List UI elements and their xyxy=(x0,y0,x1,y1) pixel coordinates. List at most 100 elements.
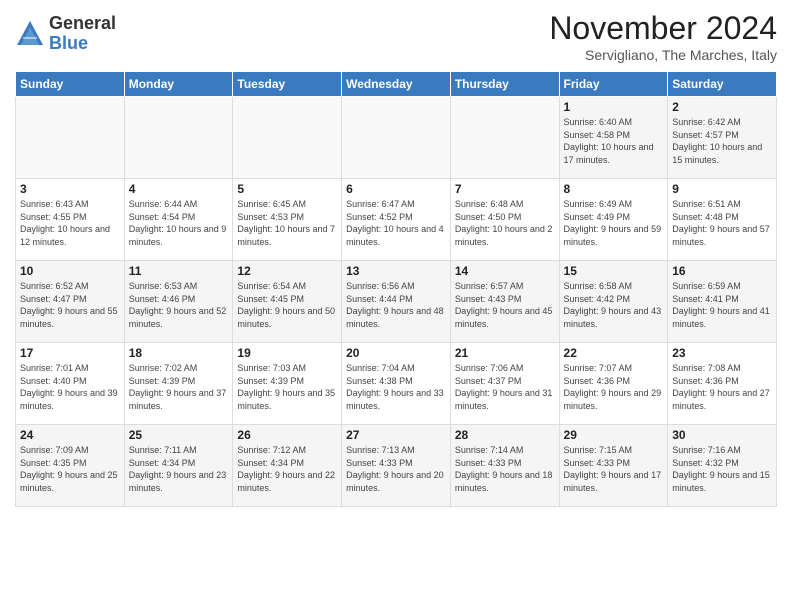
table-cell: 4 Sunrise: 6:44 AM Sunset: 4:54 PM Daylig… xyxy=(124,179,233,261)
day-info: Sunrise: 6:54 AM Sunset: 4:45 PM Dayligh… xyxy=(237,280,337,330)
day-number: 3 xyxy=(20,182,120,196)
logo-general: General xyxy=(49,14,116,34)
table-cell: 16Sunrise: 6:59 AM Sunset: 4:41 PM Dayli… xyxy=(668,261,777,343)
logo: General Blue xyxy=(15,14,116,54)
table-cell: 7 Sunrise: 6:48 AM Sunset: 4:50 PM Daylig… xyxy=(450,179,559,261)
day-number: 28 xyxy=(455,428,555,442)
day-number: 22 xyxy=(564,346,664,360)
day-info: Sunrise: 6:57 AM Sunset: 4:43 PM Dayligh… xyxy=(455,280,555,330)
day-info: Sunrise: 7:08 AM Sunset: 4:36 PM Dayligh… xyxy=(672,362,772,412)
day-number: 26 xyxy=(237,428,337,442)
day-info: Sunrise: 6:40 AM Sunset: 4:58 PM Dayligh… xyxy=(564,116,664,166)
day-info: Sunrise: 7:15 AM Sunset: 4:33 PM Dayligh… xyxy=(564,444,664,494)
day-number: 2 xyxy=(672,100,772,114)
day-number: 4 xyxy=(129,182,229,196)
day-info: Sunrise: 6:48 AM Sunset: 4:50 PM Dayligh… xyxy=(455,198,555,248)
calendar-table: Sunday Monday Tuesday Wednesday Thursday… xyxy=(15,71,777,507)
table-cell: 17Sunrise: 7:01 AM Sunset: 4:40 PM Dayli… xyxy=(16,343,125,425)
day-info: Sunrise: 7:13 AM Sunset: 4:33 PM Dayligh… xyxy=(346,444,446,494)
table-cell xyxy=(233,97,342,179)
table-cell: 24 Sunrise: 7:09 AM Sunset: 4:35 PM Dayli… xyxy=(16,425,125,507)
table-cell xyxy=(342,97,451,179)
day-number: 10 xyxy=(20,264,120,278)
table-cell: 8Sunrise: 6:49 AM Sunset: 4:49 PM Daylig… xyxy=(559,179,668,261)
day-info: Sunrise: 6:59 AM Sunset: 4:41 PM Dayligh… xyxy=(672,280,772,330)
col-sunday: Sunday xyxy=(16,72,125,97)
table-cell: 13 Sunrise: 6:56 AM Sunset: 4:44 PM Dayli… xyxy=(342,261,451,343)
table-cell: 28 Sunrise: 7:14 AM Sunset: 4:33 PM Dayli… xyxy=(450,425,559,507)
day-info: Sunrise: 7:02 AM Sunset: 4:39 PM Dayligh… xyxy=(129,362,229,412)
col-monday: Monday xyxy=(124,72,233,97)
day-info: Sunrise: 6:58 AM Sunset: 4:42 PM Dayligh… xyxy=(564,280,664,330)
logo-blue: Blue xyxy=(49,34,116,54)
day-number: 19 xyxy=(237,346,337,360)
table-cell: 25 Sunrise: 7:11 AM Sunset: 4:34 PM Dayli… xyxy=(124,425,233,507)
day-info: Sunrise: 6:47 AM Sunset: 4:52 PM Dayligh… xyxy=(346,198,446,248)
table-cell: 18Sunrise: 7:02 AM Sunset: 4:39 PM Dayli… xyxy=(124,343,233,425)
table-cell: 23 Sunrise: 7:08 AM Sunset: 4:36 PM Dayli… xyxy=(668,343,777,425)
col-wednesday: Wednesday xyxy=(342,72,451,97)
table-cell xyxy=(450,97,559,179)
table-cell: 3Sunrise: 6:43 AM Sunset: 4:55 PM Daylig… xyxy=(16,179,125,261)
day-number: 25 xyxy=(129,428,229,442)
day-number: 15 xyxy=(564,264,664,278)
day-number: 14 xyxy=(455,264,555,278)
table-cell: 10 Sunrise: 6:52 AM Sunset: 4:47 PM Dayli… xyxy=(16,261,125,343)
day-info: Sunrise: 6:49 AM Sunset: 4:49 PM Dayligh… xyxy=(564,198,664,248)
day-number: 11 xyxy=(129,264,229,278)
day-number: 21 xyxy=(455,346,555,360)
day-info: Sunrise: 7:09 AM Sunset: 4:35 PM Dayligh… xyxy=(20,444,120,494)
table-cell: 6 Sunrise: 6:47 AM Sunset: 4:52 PM Daylig… xyxy=(342,179,451,261)
location-subtitle: Servigliano, The Marches, Italy xyxy=(549,47,777,63)
table-cell: 19Sunrise: 7:03 AM Sunset: 4:39 PM Dayli… xyxy=(233,343,342,425)
month-title: November 2024 xyxy=(549,10,777,47)
table-cell: 29 Sunrise: 7:15 AM Sunset: 4:33 PM Dayli… xyxy=(559,425,668,507)
table-cell: 15 Sunrise: 6:58 AM Sunset: 4:42 PM Dayli… xyxy=(559,261,668,343)
header-row: Sunday Monday Tuesday Wednesday Thursday… xyxy=(16,72,777,97)
table-cell: 12 Sunrise: 6:54 AM Sunset: 4:45 PM Dayli… xyxy=(233,261,342,343)
day-number: 1 xyxy=(564,100,664,114)
table-row: 10 Sunrise: 6:52 AM Sunset: 4:47 PM Dayli… xyxy=(16,261,777,343)
day-info: Sunrise: 7:04 AM Sunset: 4:38 PM Dayligh… xyxy=(346,362,446,412)
table-cell: 2Sunrise: 6:42 AM Sunset: 4:57 PM Daylig… xyxy=(668,97,777,179)
logo-icon xyxy=(15,19,45,49)
table-row: 17Sunrise: 7:01 AM Sunset: 4:40 PM Dayli… xyxy=(16,343,777,425)
day-info: Sunrise: 6:52 AM Sunset: 4:47 PM Dayligh… xyxy=(20,280,120,330)
day-info: Sunrise: 6:44 AM Sunset: 4:54 PM Dayligh… xyxy=(129,198,229,248)
day-info: Sunrise: 6:53 AM Sunset: 4:46 PM Dayligh… xyxy=(129,280,229,330)
day-info: Sunrise: 6:51 AM Sunset: 4:48 PM Dayligh… xyxy=(672,198,772,248)
table-cell: 30 Sunrise: 7:16 AM Sunset: 4:32 PM Dayli… xyxy=(668,425,777,507)
table-cell: 14 Sunrise: 6:57 AM Sunset: 4:43 PM Dayli… xyxy=(450,261,559,343)
table-cell xyxy=(124,97,233,179)
header: General Blue November 2024 Servigliano, … xyxy=(15,10,777,63)
day-number: 6 xyxy=(346,182,446,196)
col-thursday: Thursday xyxy=(450,72,559,97)
day-info: Sunrise: 6:56 AM Sunset: 4:44 PM Dayligh… xyxy=(346,280,446,330)
col-saturday: Saturday xyxy=(668,72,777,97)
day-info: Sunrise: 7:16 AM Sunset: 4:32 PM Dayligh… xyxy=(672,444,772,494)
table-cell: 26 Sunrise: 7:12 AM Sunset: 4:34 PM Dayli… xyxy=(233,425,342,507)
col-tuesday: Tuesday xyxy=(233,72,342,97)
day-number: 29 xyxy=(564,428,664,442)
day-number: 17 xyxy=(20,346,120,360)
day-info: Sunrise: 7:14 AM Sunset: 4:33 PM Dayligh… xyxy=(455,444,555,494)
day-number: 7 xyxy=(455,182,555,196)
day-info: Sunrise: 7:11 AM Sunset: 4:34 PM Dayligh… xyxy=(129,444,229,494)
day-number: 20 xyxy=(346,346,446,360)
table-row: 3Sunrise: 6:43 AM Sunset: 4:55 PM Daylig… xyxy=(16,179,777,261)
table-cell xyxy=(16,97,125,179)
day-number: 24 xyxy=(20,428,120,442)
table-row: 1 Sunrise: 6:40 AM Sunset: 4:58 PM Daylig… xyxy=(16,97,777,179)
day-info: Sunrise: 7:07 AM Sunset: 4:36 PM Dayligh… xyxy=(564,362,664,412)
day-number: 13 xyxy=(346,264,446,278)
day-info: Sunrise: 7:12 AM Sunset: 4:34 PM Dayligh… xyxy=(237,444,337,494)
day-info: Sunrise: 7:06 AM Sunset: 4:37 PM Dayligh… xyxy=(455,362,555,412)
table-cell: 22 Sunrise: 7:07 AM Sunset: 4:36 PM Dayli… xyxy=(559,343,668,425)
calendar-page: General Blue November 2024 Servigliano, … xyxy=(0,0,792,612)
table-cell: 21 Sunrise: 7:06 AM Sunset: 4:37 PM Dayli… xyxy=(450,343,559,425)
table-cell: 27Sunrise: 7:13 AM Sunset: 4:33 PM Dayli… xyxy=(342,425,451,507)
day-number: 30 xyxy=(672,428,772,442)
day-number: 12 xyxy=(237,264,337,278)
col-friday: Friday xyxy=(559,72,668,97)
day-number: 23 xyxy=(672,346,772,360)
